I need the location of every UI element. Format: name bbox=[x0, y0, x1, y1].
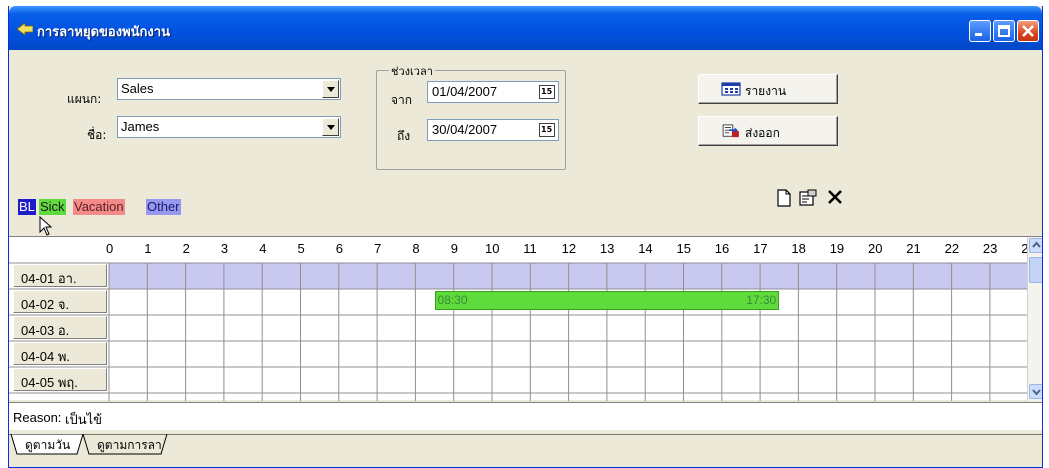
vertical-scrollbar[interactable] bbox=[1027, 237, 1042, 401]
department-select[interactable]: Sales bbox=[117, 78, 341, 100]
hour-label: 4 bbox=[259, 241, 267, 256]
leave-bar[interactable]: 08:30 17:30 bbox=[434, 291, 780, 310]
employee-dropdown-button[interactable] bbox=[322, 118, 339, 136]
schedule-grid[interactable]: 0123456789101112131415161718192021222324… bbox=[9, 236, 1042, 401]
hour-label: 9 bbox=[450, 241, 458, 256]
scroll-thumb[interactable] bbox=[1029, 257, 1042, 283]
hour-label: 18 bbox=[791, 241, 806, 256]
scroll-up-button[interactable] bbox=[1029, 238, 1042, 253]
to-date-picker[interactable]: 30/04/2007 15 bbox=[427, 119, 559, 141]
scroll-down-button[interactable] bbox=[1029, 384, 1042, 399]
calendar-icon[interactable]: 15 bbox=[539, 85, 555, 99]
leave-window: การลาหยุดของพนักงาน แผนก: Sales ชื่อ: Ja… bbox=[8, 6, 1043, 468]
hour-label: 8 bbox=[412, 241, 420, 256]
reason-panel: Reason: เป็นไข้ bbox=[9, 402, 1042, 430]
view-tabs: ดูตามวัน ดูตามการลา bbox=[9, 434, 1042, 467]
calendar-badge: 15 bbox=[541, 87, 553, 96]
calendar-icon[interactable]: 15 bbox=[539, 123, 555, 137]
delete-icon[interactable] bbox=[827, 189, 843, 205]
hour-label: 12 bbox=[561, 241, 577, 256]
to-date-value: 30/04/2007 bbox=[432, 122, 498, 137]
hour-label: 2 bbox=[182, 241, 190, 256]
hour-label: 19 bbox=[829, 241, 845, 256]
maximize-button[interactable] bbox=[993, 20, 1015, 42]
window-title: การลาหยุดของพนักงาน bbox=[37, 25, 170, 40]
reason-label: Reason: bbox=[13, 410, 62, 425]
date-row-label[interactable]: 04-03 อ. bbox=[13, 316, 107, 339]
leave-end-time: 17:30 bbox=[746, 293, 777, 307]
properties-icon[interactable] bbox=[799, 189, 817, 207]
department-value: Sales bbox=[121, 81, 154, 96]
hour-label: 23 bbox=[982, 241, 998, 256]
tab-by-day[interactable]: ดูตามวัน bbox=[15, 434, 76, 454]
chevron-down-icon bbox=[327, 125, 335, 130]
highlight-row bbox=[109, 263, 1027, 289]
hour-label: 17 bbox=[753, 241, 768, 256]
legend-other: Other bbox=[146, 199, 181, 215]
to-label: ถึง bbox=[397, 129, 411, 143]
date-row-label[interactable]: 04-01 อา. bbox=[13, 264, 107, 287]
period-legend: ช่วงเวลา bbox=[389, 62, 435, 80]
period-group: ช่วงเวลา จาก 01/04/2007 15 ถึง 30/04/200… bbox=[376, 62, 566, 170]
export-button-label: ส่งออก bbox=[745, 126, 780, 140]
app-icon bbox=[17, 23, 33, 35]
hour-label: 20 bbox=[868, 241, 883, 256]
reason-value[interactable]: เป็นไข้ bbox=[65, 409, 102, 430]
hour-label: 5 bbox=[297, 241, 305, 256]
minimize-button[interactable] bbox=[969, 20, 991, 42]
date-row-label[interactable]: 04-04 พ. bbox=[13, 342, 107, 365]
hour-label: 14 bbox=[638, 241, 653, 256]
hour-label: 10 bbox=[485, 241, 500, 256]
export-button[interactable]: ส่งออก bbox=[698, 116, 838, 146]
new-document-icon[interactable] bbox=[777, 189, 791, 207]
department-dropdown-button[interactable] bbox=[322, 80, 339, 98]
hour-label: 6 bbox=[335, 241, 344, 256]
hour-label: 1 bbox=[144, 241, 152, 256]
legend-bl: BL bbox=[18, 199, 36, 215]
title-bar[interactable]: การลาหยุดของพนักงาน bbox=[9, 6, 1042, 50]
calendar-badge: 15 bbox=[541, 125, 553, 134]
from-date-value: 01/04/2007 bbox=[432, 84, 498, 99]
close-icon bbox=[1022, 25, 1034, 37]
hour-label: 16 bbox=[714, 241, 730, 256]
schedule-gridlines bbox=[9, 262, 1027, 401]
hour-label: 15 bbox=[676, 241, 691, 256]
tab-by-leave[interactable]: ดูตามการลา bbox=[87, 434, 168, 454]
employee-value: James bbox=[121, 119, 160, 134]
chevron-up-icon bbox=[1032, 241, 1041, 248]
legend-vacation: Vacation bbox=[73, 199, 125, 215]
chevron-down-icon bbox=[327, 87, 335, 92]
date-row-label[interactable]: 04-02 จ. bbox=[13, 290, 107, 313]
report-button-label: รายงาน bbox=[745, 84, 787, 98]
date-row-label[interactable]: 04-05 พฤ. bbox=[13, 368, 107, 391]
hour-label: 7 bbox=[374, 241, 382, 256]
name-label: ชื่อ: bbox=[87, 128, 107, 142]
report-button[interactable]: รายงาน bbox=[698, 74, 838, 104]
hour-label: 0 bbox=[106, 241, 114, 256]
from-label: จาก bbox=[391, 93, 413, 107]
department-label: แผนก: bbox=[67, 92, 102, 106]
report-icon bbox=[721, 82, 741, 96]
hour-label: 11 bbox=[523, 241, 537, 256]
close-window-button[interactable] bbox=[1017, 20, 1039, 42]
leave-start-time: 08:30 bbox=[437, 293, 468, 307]
legend-sick: Sick bbox=[39, 199, 66, 215]
mouse-cursor-icon bbox=[39, 216, 53, 236]
hour-label: 21 bbox=[906, 241, 921, 256]
hour-label: 22 bbox=[944, 241, 960, 256]
chevron-down-icon bbox=[1032, 389, 1041, 396]
minimize-icon bbox=[975, 33, 982, 36]
employee-select[interactable]: James bbox=[117, 116, 341, 138]
from-date-picker[interactable]: 01/04/2007 15 bbox=[427, 81, 559, 103]
hour-label: 3 bbox=[220, 241, 229, 256]
hour-label: 13 bbox=[599, 241, 615, 256]
maximize-icon bbox=[998, 25, 1010, 37]
export-icon bbox=[722, 124, 739, 138]
